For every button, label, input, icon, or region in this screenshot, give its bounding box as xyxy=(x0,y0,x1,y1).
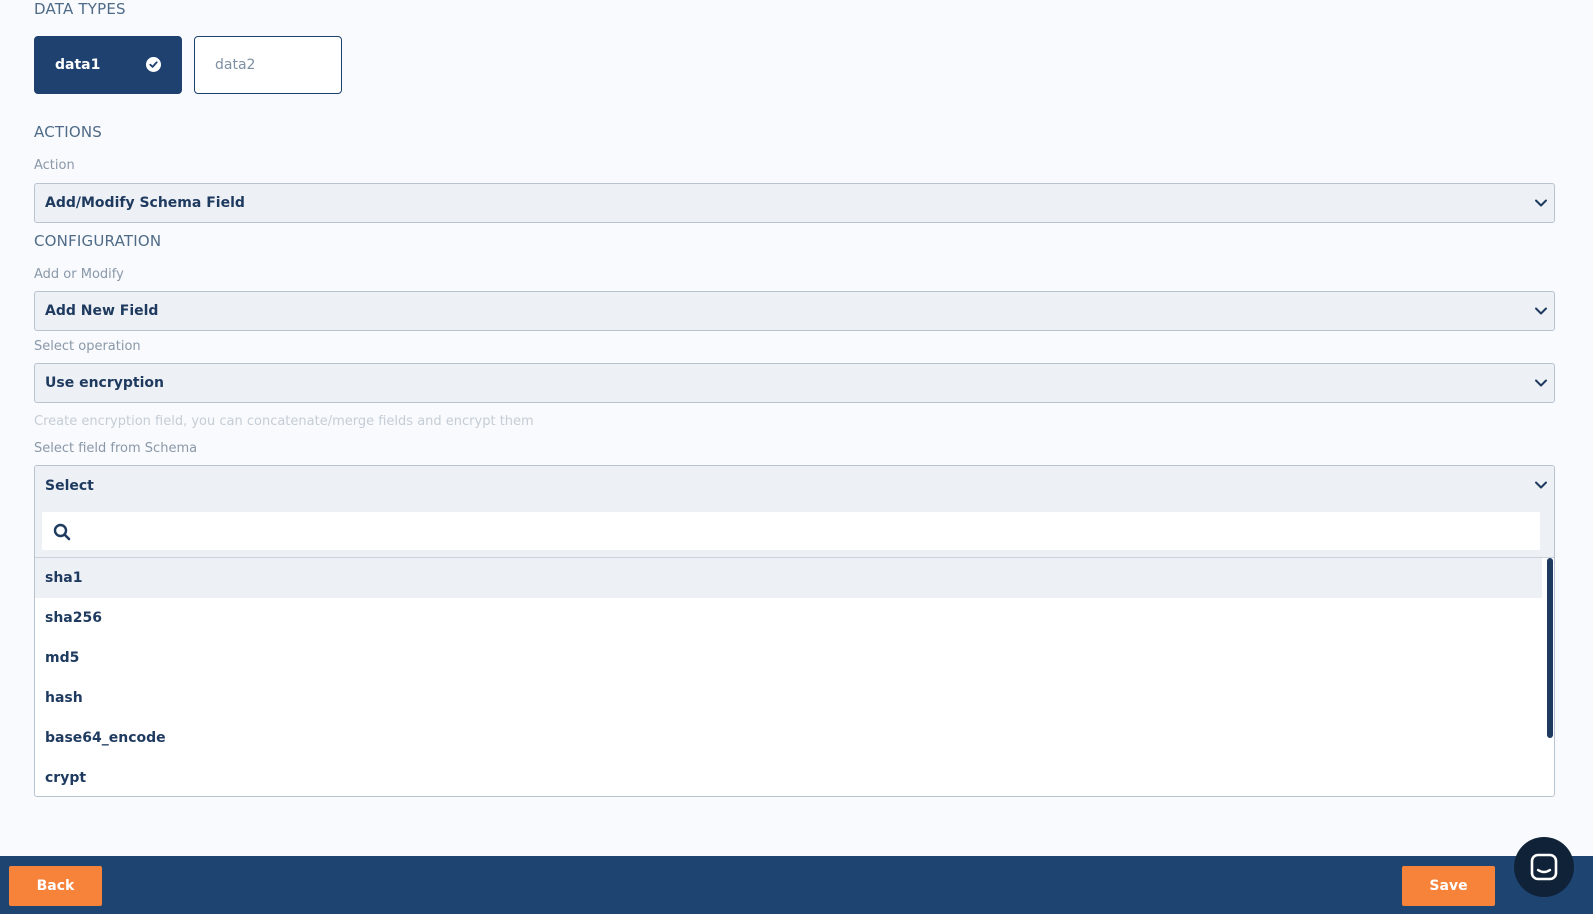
schema-field-dropdown: Select sha1 sha256 md5 hash base64_encod… xyxy=(34,465,1555,797)
action-select[interactable]: Add/Modify Schema Field xyxy=(34,183,1555,223)
schema-field-select-value: Select xyxy=(45,478,94,494)
option-hash[interactable]: hash xyxy=(35,678,1542,718)
chevron-down-icon xyxy=(1535,199,1547,207)
add-modify-label: Add or Modify xyxy=(34,267,124,282)
option-sha256[interactable]: sha256 xyxy=(35,598,1542,638)
operation-select[interactable]: Use encryption xyxy=(34,363,1555,403)
chevron-down-icon xyxy=(1535,481,1547,489)
search-input[interactable] xyxy=(42,512,1540,550)
search-wrapper xyxy=(35,506,1554,558)
check-circle-icon xyxy=(146,57,161,72)
add-modify-select-value: Add New Field xyxy=(45,303,159,319)
operation-select-value: Use encryption xyxy=(45,375,164,391)
option-crypt[interactable]: crypt xyxy=(35,758,1542,796)
option-md5[interactable]: md5 xyxy=(35,638,1542,678)
schema-field-select[interactable]: Select xyxy=(35,466,1554,506)
operation-label: Select operation xyxy=(34,339,141,354)
add-modify-select[interactable]: Add New Field xyxy=(34,291,1555,331)
chevron-down-icon xyxy=(1535,307,1547,315)
save-button[interactable]: Save xyxy=(1402,866,1495,906)
encryption-hint: Create encryption field, you can concate… xyxy=(34,414,534,429)
dropdown-scrollbar[interactable] xyxy=(1547,558,1553,738)
search-icon xyxy=(53,523,71,541)
action-select-value: Add/Modify Schema Field xyxy=(45,195,245,211)
chevron-down-icon xyxy=(1535,379,1547,387)
footer-bar: Back Save xyxy=(0,856,1593,914)
option-sha1[interactable]: sha1 xyxy=(35,558,1542,598)
data-types-title: DATA TYPES xyxy=(34,0,126,18)
option-base64-encode[interactable]: base64_encode xyxy=(35,718,1542,758)
data-type-label: data2 xyxy=(215,57,256,73)
chat-launcher-button[interactable] xyxy=(1514,837,1574,897)
data-type-card-data1[interactable]: data1 xyxy=(34,36,182,94)
actions-title: ACTIONS xyxy=(34,123,103,141)
data-type-card-data2[interactable]: data2 xyxy=(194,36,342,94)
schema-field-label: Select field from Schema xyxy=(34,441,198,456)
configuration-title: CONFIGURATION xyxy=(34,232,162,250)
chat-icon xyxy=(1530,853,1558,881)
action-label: Action xyxy=(34,158,75,173)
back-button[interactable]: Back xyxy=(9,866,102,906)
option-list: sha1 sha256 md5 hash base64_encode crypt xyxy=(35,558,1542,796)
data-type-label: data1 xyxy=(55,57,101,73)
